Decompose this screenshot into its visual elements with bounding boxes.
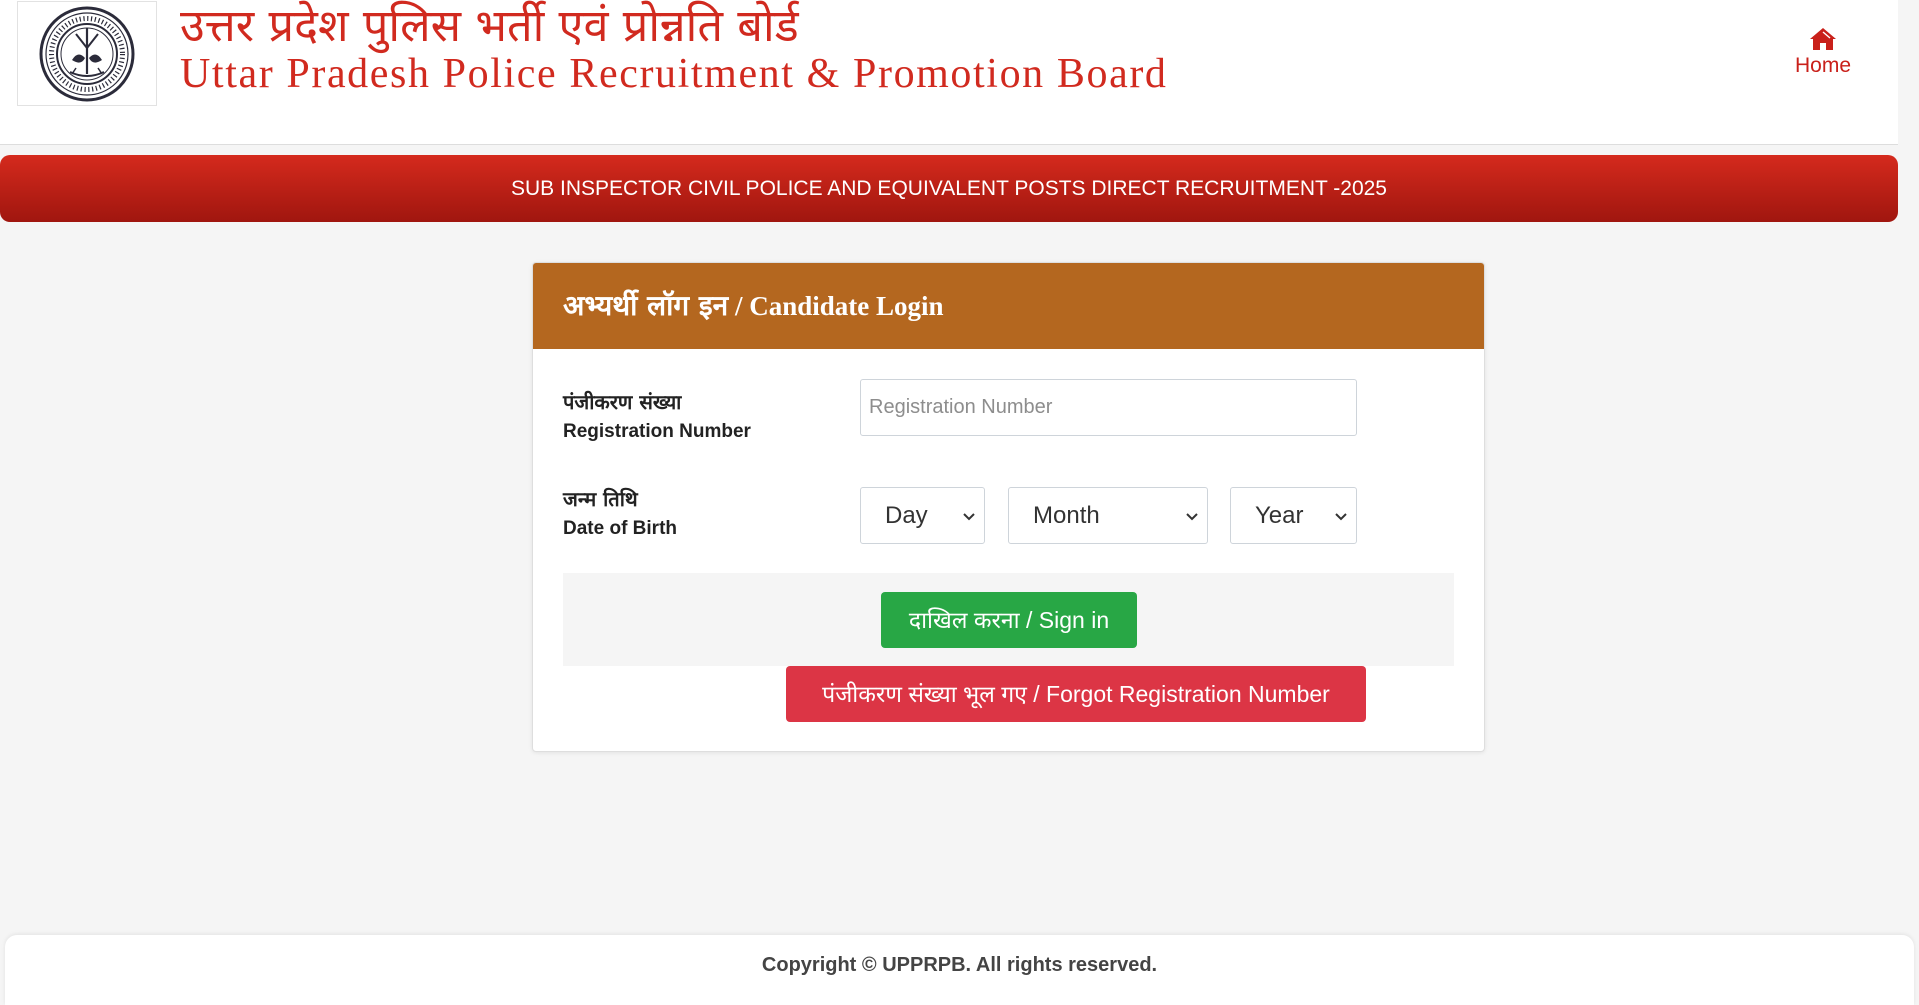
registration-label-hindi: पंजीकरण संख्या [563,390,682,414]
dob-year-select[interactable]: Year [1230,487,1357,544]
board-title-hindi: उत्तर प्रदेश पुलिस भर्ती एवं प्रोन्नति ब… [180,0,799,52]
copyright-text: Copyright © UPPRPB. All rights reserved. [761,954,1158,976]
candidate-login-card: अभ्यर्थी लॉग इन / Candidate Login पंजीकर… [532,262,1485,752]
forgot-registration-button[interactable]: पंजीकरण संख्या भूल गए / Forgot Registrat… [786,666,1366,722]
recruitment-title: SUB INSPECTOR CIVIL POLICE AND EQUIVALEN… [511,176,1387,200]
dob-label-english: Date of Birth [563,518,677,539]
dob-day-value: Day [885,502,928,529]
home-link[interactable]: Home [1775,26,1871,78]
login-title-hindi: अभ्यर्थी लॉग इन [563,289,729,322]
home-label: Home [1794,54,1852,77]
dob-label-hindi: जन्म तिथि [563,487,638,511]
recruitment-banner: SUB INSPECTOR CIVIL POLICE AND EQUIVALEN… [0,155,1898,222]
site-header: उत्तर प्रदेश पुलिस भर्ती एवं प्रोन्नति ब… [0,0,1898,145]
chevron-down-icon [1186,513,1198,521]
chevron-down-icon [1335,513,1347,521]
board-logo [17,1,157,106]
registration-label: पंजीकरण संख्या Registration Number [563,387,751,447]
dob-month-select[interactable]: Month [1008,487,1208,544]
login-title-english: / Candidate Login [734,291,944,321]
chevron-down-icon [963,513,975,521]
registration-number-input[interactable] [860,379,1357,436]
dob-day-select[interactable]: Day [860,487,985,544]
site-footer: Copyright © UPPRPB. All rights reserved. [5,935,1914,1005]
board-title-english: Uttar Pradesh Police Recruitment & Promo… [180,51,1168,97]
registration-label-english: Registration Number [563,421,751,442]
login-card-title: अभ्यर्थी लॉग इन / Candidate Login [533,263,1484,349]
home-icon [1810,28,1836,50]
dob-month-value: Month [1033,502,1100,529]
sign-in-button[interactable]: दाखिल करना / Sign in [881,592,1137,648]
dob-label: जन्म तिथि Date of Birth [563,484,677,544]
dob-year-value: Year [1255,502,1304,529]
police-emblem-icon [39,6,135,101]
